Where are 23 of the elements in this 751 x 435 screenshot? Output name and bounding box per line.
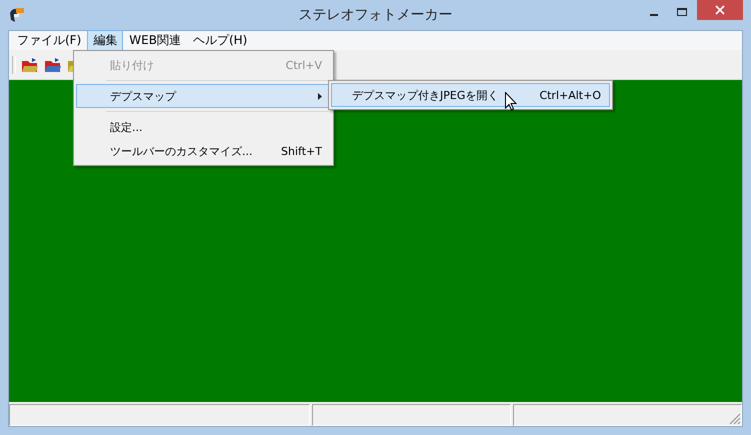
folder-icon[interactable] <box>21 56 39 72</box>
shortcut-text: Ctrl+V <box>286 58 322 72</box>
menu-option[interactable]: デプスマップ付きJPEGを開く Ctrl+Alt+O <box>331 83 610 107</box>
close-icon[interactable] <box>697 0 743 20</box>
window-title: ステレオフォトメーカー <box>298 6 454 24</box>
app-icon <box>8 7 26 23</box>
shortcut-text: Ctrl+Alt+O <box>539 88 601 102</box>
menu-item[interactable]: WEB関連 <box>123 30 187 51</box>
menu-label: 設定... <box>110 120 142 134</box>
resize-grip-icon[interactable] <box>729 413 741 425</box>
shortcut-text: Shift+T <box>281 144 322 158</box>
menu-item[interactable]: ヘルプ(H) <box>186 30 254 51</box>
menu-option[interactable]: ツールバーのカスタマイズ... Shift+T <box>76 139 331 163</box>
menu-label: ツールバーのカスタマイズ... <box>110 144 252 158</box>
cursor-icon <box>505 92 517 111</box>
menu-item[interactable]: ファイル(F) <box>11 30 88 51</box>
menu-item[interactable]: 編集 <box>87 30 124 51</box>
folder-icon[interactable] <box>44 56 62 72</box>
menu-option[interactable]: デプスマップ <box>76 84 331 108</box>
menu-label: 貼り付け <box>110 58 154 72</box>
menu-option[interactable]: 設定... <box>76 115 331 139</box>
menu-label: デプスマップ <box>110 88 176 104</box>
menu-label: デプスマップ付きJPEGを開く <box>352 88 498 102</box>
